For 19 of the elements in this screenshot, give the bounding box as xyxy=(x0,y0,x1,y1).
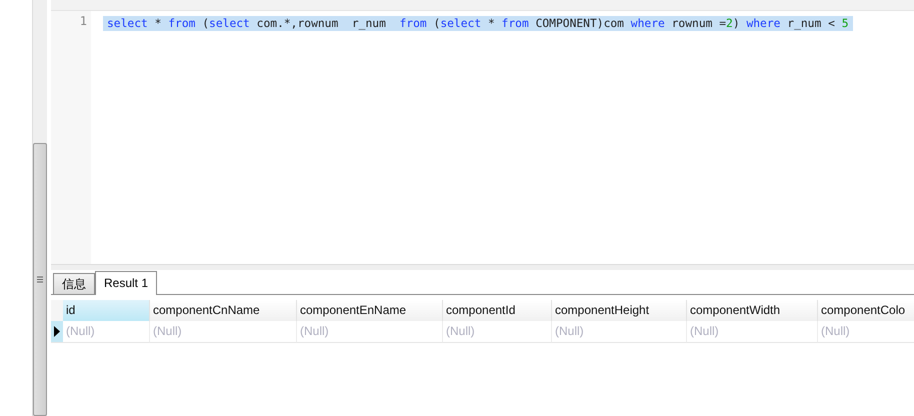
column-header[interactable]: componentEnName xyxy=(297,300,443,321)
line-number: 1 xyxy=(80,14,87,29)
table-cell: (Null) xyxy=(150,321,297,343)
table-cell: (Null) xyxy=(443,321,552,343)
column-header[interactable]: componentId xyxy=(443,300,552,321)
column-header[interactable]: componentCnName xyxy=(150,300,297,321)
table-cell: (Null) xyxy=(687,321,818,343)
table-cell: (Null) xyxy=(552,321,687,343)
column-header[interactable]: componentHeight xyxy=(552,300,687,321)
column-header[interactable]: id xyxy=(63,300,150,321)
grip-icon xyxy=(37,276,43,283)
header-corner xyxy=(51,300,63,321)
table-cell: (Null) xyxy=(818,321,914,343)
splitter-handle[interactable] xyxy=(33,143,47,416)
table-cell: (Null) xyxy=(297,321,443,343)
column-header[interactable]: componentWidth xyxy=(687,300,818,321)
table-cell: (Null) xyxy=(63,321,150,343)
result-tab[interactable]: 信息 xyxy=(53,273,95,294)
result-tab[interactable]: Result 1 xyxy=(95,271,158,295)
